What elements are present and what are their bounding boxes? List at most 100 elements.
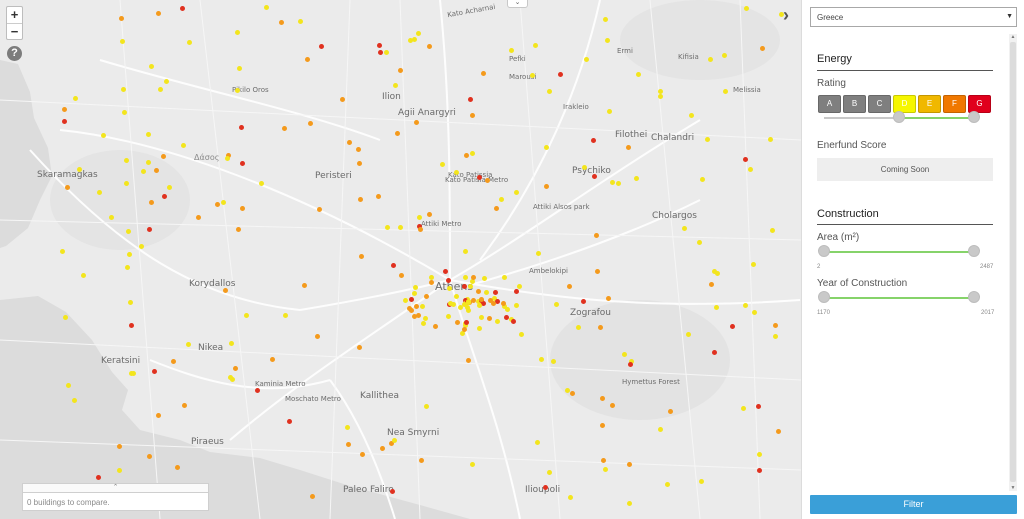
building-marker[interactable]	[743, 5, 749, 11]
building-marker[interactable]	[429, 279, 435, 285]
building-marker[interactable]	[609, 402, 615, 408]
building-marker[interactable]	[278, 19, 284, 25]
building-marker[interactable]	[708, 282, 714, 288]
building-marker[interactable]	[743, 302, 749, 308]
building-marker[interactable]	[160, 153, 166, 159]
building-marker[interactable]	[511, 318, 516, 324]
building-marker[interactable]	[97, 189, 103, 195]
building-marker[interactable]	[62, 106, 68, 112]
building-marker[interactable]	[535, 250, 541, 256]
building-marker[interactable]	[239, 160, 245, 166]
building-marker[interactable]	[530, 73, 536, 78]
building-marker[interactable]	[494, 205, 500, 211]
building-marker[interactable]	[391, 437, 397, 443]
building-marker[interactable]	[227, 374, 233, 380]
building-marker[interactable]	[358, 196, 364, 202]
building-marker[interactable]	[149, 63, 154, 69]
building-marker[interactable]	[479, 314, 485, 320]
building-marker[interactable]	[432, 323, 438, 329]
building-marker[interactable]	[423, 404, 429, 410]
building-marker[interactable]	[722, 88, 728, 94]
building-marker[interactable]	[390, 488, 396, 494]
building-marker[interactable]	[318, 43, 324, 49]
rating-button-e[interactable]: E	[918, 95, 941, 113]
building-marker[interactable]	[427, 211, 433, 217]
building-marker[interactable]	[715, 270, 721, 276]
rating-button-f[interactable]: F	[943, 95, 966, 113]
building-marker[interactable]	[119, 39, 125, 45]
building-marker[interactable]	[550, 358, 556, 364]
building-marker[interactable]	[595, 268, 601, 274]
building-marker[interactable]	[627, 361, 633, 367]
building-marker[interactable]	[283, 312, 289, 318]
building-marker[interactable]	[340, 96, 346, 102]
building-marker[interactable]	[243, 312, 249, 318]
building-marker[interactable]	[60, 248, 66, 254]
building-marker[interactable]	[345, 442, 351, 448]
building-marker[interactable]	[223, 287, 229, 293]
building-marker[interactable]	[65, 184, 71, 190]
building-marker[interactable]	[625, 144, 631, 150]
building-marker[interactable]	[394, 130, 400, 136]
building-marker[interactable]	[682, 225, 687, 231]
building-marker[interactable]	[484, 177, 490, 183]
rating-button-a[interactable]: A	[818, 95, 841, 113]
building-marker[interactable]	[470, 150, 476, 156]
building-marker[interactable]	[486, 315, 492, 321]
filter-button[interactable]: Filter	[810, 495, 1017, 514]
building-marker[interactable]	[254, 388, 260, 394]
building-marker[interactable]	[151, 369, 157, 375]
scrollbar-thumb[interactable]	[1010, 42, 1016, 482]
panel-scrollbar[interactable]: ▲ ▼	[1009, 34, 1017, 491]
building-marker[interactable]	[220, 200, 226, 206]
rating-button-c[interactable]: C	[868, 95, 891, 113]
rating-slider-min-handle[interactable]	[893, 111, 905, 123]
building-marker[interactable]	[316, 206, 322, 212]
building-marker[interactable]	[462, 283, 468, 289]
building-marker[interactable]	[757, 451, 763, 457]
building-marker[interactable]	[772, 322, 778, 328]
building-marker[interactable]	[125, 228, 131, 234]
building-marker[interactable]	[180, 142, 186, 148]
zoom-out-button[interactable]: −	[7, 23, 22, 39]
building-marker[interactable]	[236, 66, 242, 72]
building-marker[interactable]	[196, 214, 202, 220]
building-marker[interactable]	[118, 15, 124, 21]
building-marker[interactable]	[407, 38, 413, 44]
building-marker[interactable]	[658, 426, 664, 432]
building-marker[interactable]	[543, 183, 549, 189]
building-marker[interactable]	[479, 296, 485, 302]
building-marker[interactable]	[214, 201, 220, 207]
building-marker[interactable]	[408, 307, 414, 313]
building-marker[interactable]	[729, 323, 735, 329]
building-marker[interactable]	[376, 42, 382, 48]
building-marker[interactable]	[513, 288, 519, 294]
building-marker[interactable]	[769, 227, 775, 233]
building-marker[interactable]	[420, 303, 426, 309]
building-marker[interactable]	[755, 404, 761, 410]
area-slider-max-handle[interactable]	[968, 245, 980, 257]
year-slider-max-handle[interactable]	[968, 291, 980, 303]
building-marker[interactable]	[576, 324, 582, 330]
scroll-up-icon[interactable]: ▲	[1009, 34, 1017, 40]
building-marker[interactable]	[121, 86, 127, 92]
compare-toggle-button[interactable]: ⌃	[22, 483, 209, 492]
map[interactable]: Kato Acharnai Kifisia Ilion Agii Anargyri Ka…	[0, 0, 801, 519]
building-marker[interactable]	[422, 315, 428, 321]
building-marker[interactable]	[568, 494, 574, 500]
building-marker[interactable]	[665, 481, 671, 487]
building-marker[interactable]	[584, 56, 590, 62]
building-marker[interactable]	[581, 164, 587, 170]
building-marker[interactable]	[355, 147, 361, 153]
building-marker[interactable]	[453, 294, 459, 300]
building-marker[interactable]	[397, 67, 403, 73]
rating-slider-max-handle[interactable]	[968, 111, 980, 123]
building-marker[interactable]	[699, 177, 705, 183]
area-slider-min-handle[interactable]	[818, 245, 830, 257]
building-marker[interactable]	[309, 493, 315, 499]
building-marker[interactable]	[465, 357, 471, 363]
scroll-down-icon[interactable]: ▼	[1009, 485, 1017, 491]
rating-button-b[interactable]: B	[843, 95, 866, 113]
building-marker[interactable]	[286, 419, 292, 425]
building-marker[interactable]	[377, 49, 383, 55]
